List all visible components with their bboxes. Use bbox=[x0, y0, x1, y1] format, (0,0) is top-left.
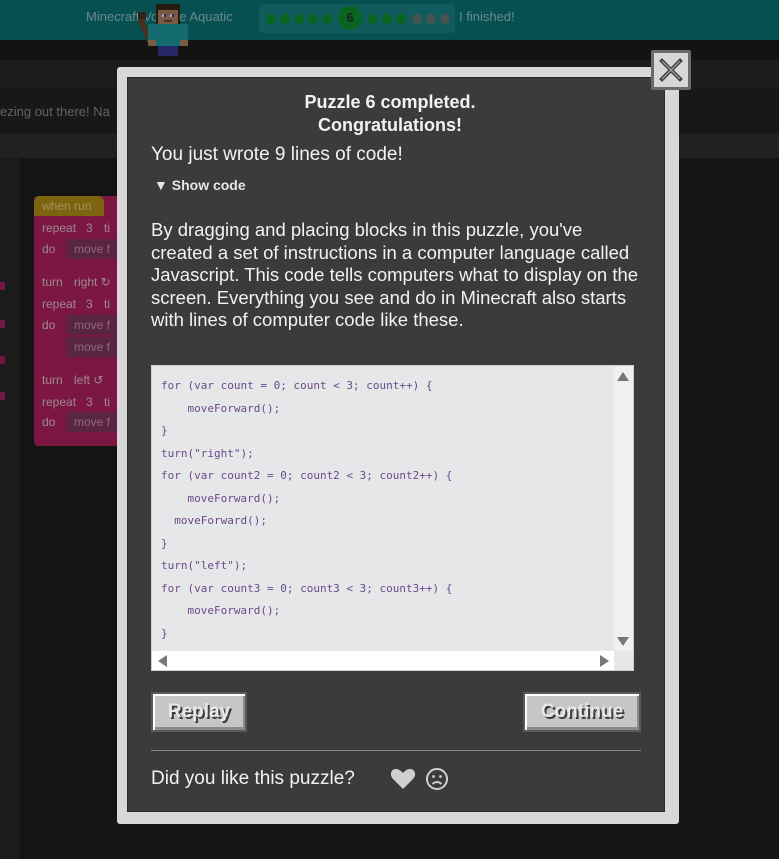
code-viewer[interactable]: for (var count = 0; count < 3; count++) … bbox=[151, 365, 634, 671]
scroll-right-arrow-icon[interactable] bbox=[600, 655, 609, 667]
code-line: moveForward(); bbox=[161, 514, 267, 527]
scrollbar-corner bbox=[614, 651, 633, 670]
code-line: for (var count = 0; count < 3; count++) … bbox=[161, 379, 433, 392]
vertical-scrollbar[interactable] bbox=[614, 366, 633, 652]
feedback-question: Did you like this puzzle? bbox=[151, 768, 355, 789]
dialog-divider bbox=[151, 750, 641, 751]
scroll-left-arrow-icon[interactable] bbox=[158, 655, 167, 667]
explanation-text: By dragging and placing blocks in this p… bbox=[151, 219, 639, 330]
close-x-icon bbox=[659, 58, 683, 82]
scroll-up-arrow-icon[interactable] bbox=[617, 372, 629, 381]
scroll-down-arrow-icon[interactable] bbox=[617, 637, 629, 646]
code-line: moveForward(); bbox=[161, 604, 281, 617]
dialog-title: Puzzle 6 completed. Congratulations! bbox=[127, 91, 653, 137]
close-button[interactable] bbox=[651, 50, 691, 90]
code-line: moveForward(); bbox=[161, 401, 281, 415]
dialog-title-line: Congratulations! bbox=[318, 115, 462, 135]
dialog-title-line: Puzzle 6 completed. bbox=[304, 92, 476, 112]
code-line: } bbox=[161, 424, 168, 437]
heart-icon[interactable] bbox=[390, 767, 416, 791]
code-line: for (var count2 = 0; count2 < 3; count2+… bbox=[161, 469, 453, 482]
code-line: for (var count3 = 0; count3 < 3; count3+… bbox=[161, 581, 453, 595]
frown-face-icon[interactable] bbox=[425, 767, 449, 791]
code-line: moveForward(); bbox=[161, 491, 281, 505]
code-line: turn("left"); bbox=[161, 559, 248, 572]
lines-of-code-message: You just wrote 9 lines of code! bbox=[151, 144, 403, 165]
code-lines: for (var count = 0; count < 3; count++) … bbox=[161, 375, 452, 645]
replay-button[interactable]: Replay bbox=[151, 692, 247, 732]
code-line: turn("right"); bbox=[161, 446, 254, 460]
continue-button[interactable]: Continue bbox=[523, 692, 641, 732]
show-code-toggle[interactable]: ▼ Show code bbox=[154, 177, 246, 193]
code-line: } bbox=[161, 536, 168, 550]
horizontal-scrollbar[interactable] bbox=[152, 651, 615, 670]
code-line: } bbox=[161, 626, 168, 640]
